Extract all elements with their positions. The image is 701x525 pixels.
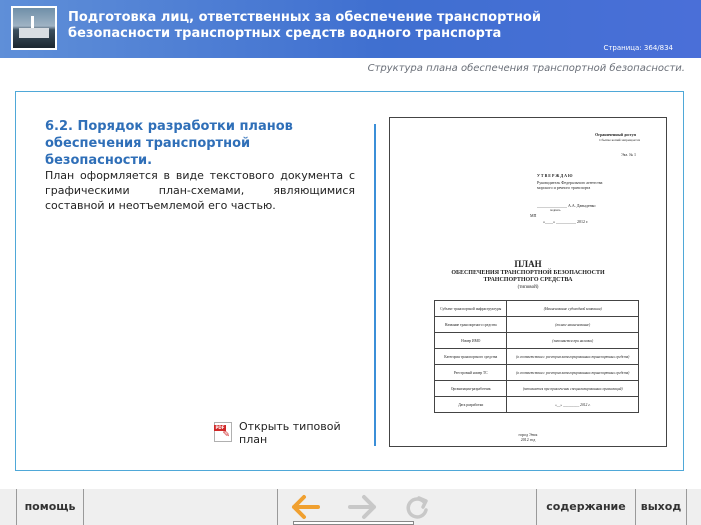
- doc-table-value: (в соответствии с реестром категорирован…: [506, 364, 639, 381]
- header-bar: Подготовка лиц, ответственных за обеспеч…: [0, 0, 701, 58]
- doc-mp: МП: [530, 213, 537, 218]
- arrow-right-icon[interactable]: [347, 494, 377, 520]
- doc-copy-no: Экз. № 1: [621, 152, 636, 157]
- title-line-1: Подготовка лиц, ответственных за обеспеч…: [68, 10, 541, 25]
- title-line-2: безопасности транспортных средств водног…: [68, 26, 502, 41]
- pdf-file-icon: PDF ✎: [214, 422, 232, 442]
- doc-table-label: Субъект транспортной инфраструктуры: [433, 300, 508, 317]
- doc-plan-title: ПЛАН: [514, 259, 542, 269]
- doc-date-line: «____» __________ 2012 г.: [543, 219, 589, 224]
- doc-table-value: (заполняется при наличии): [506, 332, 639, 349]
- progress-bar: [293, 521, 414, 525]
- content-panel: 6.2. Порядок разработки планов обеспечен…: [15, 91, 684, 471]
- help-button[interactable]: помощь: [17, 489, 83, 525]
- reload-icon[interactable]: [403, 494, 433, 520]
- doc-table-row: Субъект транспортной инфраструктуры (Наим…: [433, 300, 639, 317]
- doc-table-row: Организация-разработчик (заполняется при …: [433, 380, 639, 397]
- pdf-link-label: Открыть типовой план: [239, 420, 341, 446]
- doc-approve: У Т В Е Р Ж Д А Ю: [537, 173, 573, 178]
- page-counter: Страница: 364/834: [603, 44, 673, 52]
- doc-approve-org2: морского и речного транспорта: [537, 185, 591, 190]
- doc-table-row: Название транспортного средства (полное н…: [433, 316, 639, 333]
- arrow-left-icon[interactable]: [291, 494, 321, 520]
- section-subtitle: Структура плана обеспечения транспортной…: [367, 63, 685, 74]
- doc-table-value: (Наименование судоходной компании): [506, 300, 639, 317]
- divider-line: [374, 124, 376, 446]
- doc-signature-hint: подпись: [550, 208, 561, 212]
- doc-table-value: «__» _________ 2012 г.: [506, 396, 639, 413]
- doc-table-label: Категория транспортного средства: [433, 348, 508, 365]
- doc-plan-subtitle: ОБЕСПЕЧЕНИЯ ТРАНСПОРТНОЙ БЕЗОПАСНОСТИ ТР…: [451, 270, 605, 290]
- doc-info-table: Субъект транспортной инфраструктуры (Наим…: [433, 300, 639, 413]
- doc-table-value: (в соответствии с реестром категорирован…: [506, 348, 639, 365]
- doc-table-row: Номер ИМО (заполняется при наличии): [433, 332, 639, 349]
- ship-thumbnail: [11, 6, 57, 50]
- doc-restricted: Ограниченный доступ: [595, 132, 636, 137]
- doc-table-value: (полное наименование): [506, 316, 639, 333]
- contents-button[interactable]: содержание: [537, 489, 635, 525]
- doc-table-label: Реестровый номер ТС: [433, 364, 508, 381]
- course-title: Подготовка лиц, ответственных за обеспеч…: [68, 10, 588, 42]
- doc-restricted-sub: Сбытие копий запрещается: [599, 138, 640, 142]
- doc-table-row: Реестровый номер ТС (в соответствии с рее…: [433, 364, 639, 381]
- doc-table-label: Название транспортного средства: [433, 316, 508, 333]
- doc-table-row: Дата разработки «__» _________ 2012 г.: [433, 396, 639, 413]
- doc-table-label: Дата разработки: [433, 396, 508, 413]
- doc-signature-line: _______________ А.А. Давыденко: [537, 203, 596, 208]
- doc-city: город Энск 2012 год: [518, 432, 538, 442]
- doc-table-label: Организация-разработчик: [433, 380, 508, 397]
- bottom-toolbar: помощь содержание выход: [0, 489, 701, 525]
- doc-table-value: (заполняется при привлечении специализир…: [506, 380, 639, 397]
- document-preview: Ограниченный доступ Сбытие копий запреща…: [389, 117, 667, 447]
- doc-table-label: Номер ИМО: [433, 332, 508, 349]
- doc-table-row: Категория транспортного средства (в соотв…: [433, 348, 639, 365]
- exit-button[interactable]: выход: [636, 489, 686, 525]
- section-heading: 6.2. Порядок разработки планов обеспечен…: [45, 119, 293, 168]
- body-paragraph: План оформляется в виде текстового докум…: [45, 169, 355, 212]
